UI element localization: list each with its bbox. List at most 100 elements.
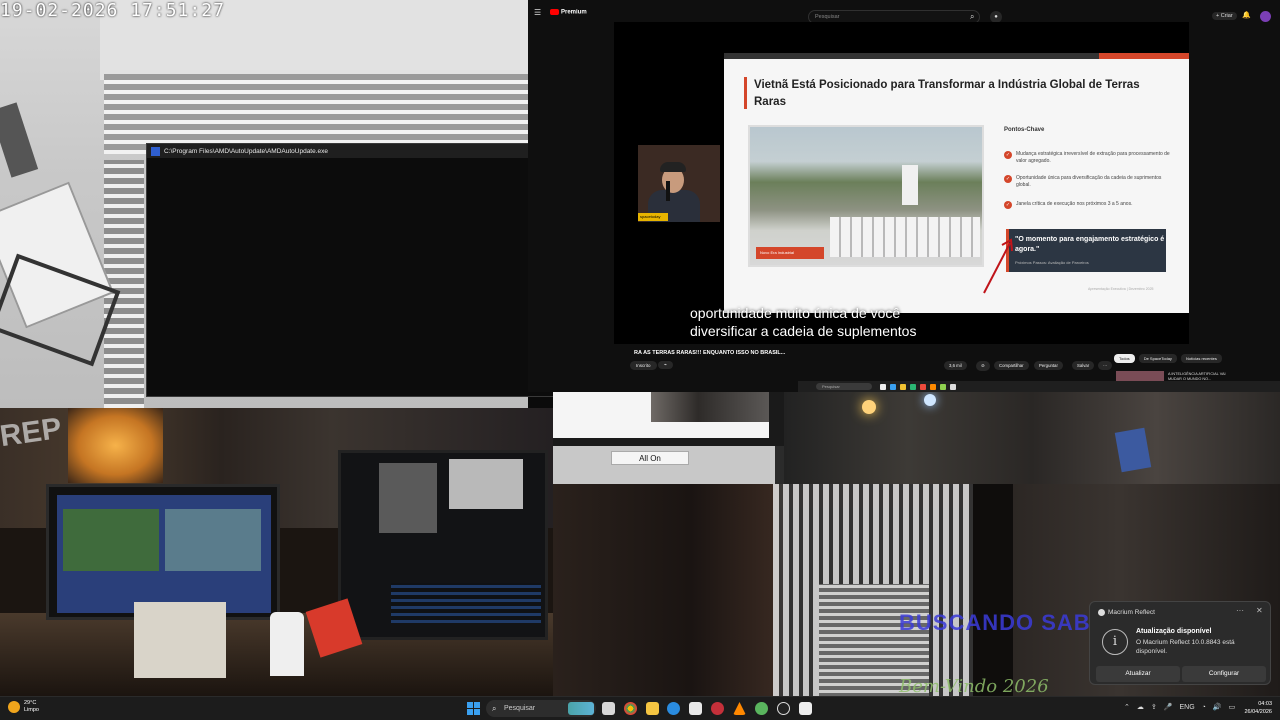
remote-app-icon[interactable] — [890, 384, 896, 390]
key-point: Oportunidade única para diversificação d… — [1004, 175, 1174, 189]
toast-more-button[interactable]: ··· — [1236, 606, 1244, 615]
share-button[interactable]: Compartilhar — [994, 361, 1029, 370]
dislike-icon[interactable]: ⊘ — [976, 361, 990, 371]
key-point: Janela crítica de execução nos próximos … — [1004, 201, 1174, 209]
slide-quote-box: "O momento para engajamento estratégico … — [1006, 229, 1166, 272]
microphone-icon[interactable]: 🎤 — [1164, 703, 1173, 711]
wifi-icon[interactable]: ◔ — [1202, 704, 1206, 711]
upload-icon[interactable]: ⇪ — [1151, 703, 1157, 711]
clock-time: 04:03 — [1258, 701, 1272, 707]
control-panel-strip: All On — [553, 392, 784, 484]
camera-monitor-left — [46, 484, 280, 620]
slide-footer: Apresentação Executiva | Dezembro 2025 — [1088, 287, 1154, 291]
weather-description: Limpo — [24, 707, 39, 713]
info-icon: i — [1102, 629, 1128, 655]
camera-hanging-object — [0, 102, 39, 178]
taskbar-search-label: Pesquisar — [504, 705, 536, 712]
monitor-window — [379, 463, 437, 533]
camera-feed-bottom-left: REP — [0, 408, 553, 696]
monitor-video-right — [165, 509, 261, 571]
windows-taskbar: 29°C Limpo ⌕ Pesquisar ⌃ ☁ ⇪ 🎤 ENG ◔ 🔊 ▭… — [0, 696, 1280, 720]
chip[interactable]: De SpaceToday — [1138, 354, 1177, 363]
strip-camera-thumb — [651, 392, 769, 422]
macrium-app-icon — [1098, 609, 1105, 616]
camera-feed-right-upper — [784, 392, 1280, 484]
remote-app-icon[interactable] — [940, 384, 946, 390]
notifications-bell-icon[interactable]: 🔔 — [1242, 11, 1251, 19]
taskbar-clock[interactable]: 04:03 26/04/2026 — [1236, 700, 1272, 716]
slide-topbar — [724, 53, 1189, 59]
recommendation-chips: Todos De SpaceToday Notícias recentes — [1114, 354, 1222, 363]
file-explorer-icon[interactable] — [646, 702, 659, 715]
clock-date: 26/04/2026 — [1244, 709, 1272, 715]
search-highlight-icon[interactable] — [568, 702, 594, 715]
overlay-blue-text: BUSCANDO SAB — [899, 610, 1091, 635]
camera-monitor-right — [338, 450, 548, 640]
slide-title: Vietnã Está Posicionado para Transformar… — [754, 79, 1140, 108]
system-tray: ⌃ ☁ ⇪ 🎤 ENG ◔ 🔊 ▭ — [1124, 703, 1236, 712]
app-icon[interactable] — [755, 702, 768, 715]
more-actions-button[interactable]: ··· — [1098, 361, 1113, 370]
chip[interactable]: Notícias recentes — [1180, 354, 1222, 363]
monitor-window — [449, 459, 523, 509]
language-indicator[interactable]: ENG — [1179, 704, 1194, 711]
key-points-title: Pontos-Chave — [1004, 127, 1045, 133]
recommended-thumbnail[interactable] — [1116, 371, 1164, 381]
console-app-icon — [151, 146, 160, 156]
webcam-pip: spacetoday — [638, 145, 720, 222]
save-button[interactable]: Salvar — [1072, 361, 1095, 370]
volume-icon[interactable]: 🔊 — [1213, 703, 1222, 711]
create-button[interactable]: + Criar — [1212, 12, 1237, 20]
app-icon[interactable] — [799, 702, 812, 715]
weather-widget[interactable]: 29°C Limpo — [8, 700, 39, 714]
edge-icon[interactable] — [667, 702, 680, 715]
battery-icon[interactable]: ▭ — [1229, 703, 1236, 711]
camera-railing — [104, 74, 528, 154]
camera-wall-art — [784, 392, 1280, 484]
slide-quote: "O momento para engajamento estratégico … — [1015, 236, 1165, 253]
menu-icon[interactable]: ☰ — [534, 8, 541, 17]
avatar[interactable] — [1260, 11, 1271, 22]
remote-app-icon[interactable] — [930, 384, 936, 390]
remote-taskbar-search[interactable]: Pesquisar — [816, 383, 872, 390]
slide-industrial-photo: Novo Era Industrial — [748, 125, 984, 267]
remote-app-icon[interactable] — [900, 384, 906, 390]
chrome-icon[interactable] — [624, 702, 637, 715]
chip[interactable]: Todos — [1114, 354, 1135, 363]
caption-line: diversificar a cadeia de suplementos — [690, 323, 917, 339]
like-button[interactable]: 3,6 mil — [944, 361, 967, 370]
chevron-up-icon[interactable]: ⌃ — [1124, 703, 1130, 711]
remote-app-icon[interactable] — [880, 384, 886, 390]
slide-quote-sub: Próximos Passos: Avaliação de Parceiros — [1015, 260, 1089, 265]
pip-person-cap — [660, 162, 686, 172]
console-title: C:\Program Files\AMD\AutoUpdate\AMDAutoU… — [164, 147, 329, 155]
monitor-video-left — [63, 509, 159, 571]
ceiling-light — [862, 400, 876, 414]
ask-button[interactable]: Perguntar — [1034, 361, 1063, 370]
vlc-icon[interactable] — [733, 702, 746, 715]
toast-close-button[interactable]: ✕ — [1256, 606, 1263, 615]
remote-app-icon[interactable] — [910, 384, 916, 390]
all-on-button[interactable]: All On — [611, 451, 689, 465]
youtube-logo[interactable]: Premium — [550, 9, 587, 16]
camera-lamp — [68, 408, 163, 483]
desk-calendar — [134, 602, 226, 678]
youtube-header: ☰ Premium Pesquisar ⌕ ● + Criar 🔔 — [528, 4, 1280, 24]
store-icon[interactable] — [689, 702, 702, 715]
app-icon[interactable] — [711, 702, 724, 715]
configure-button[interactable]: Configurar — [1182, 666, 1266, 682]
remote-app-icon[interactable] — [920, 384, 926, 390]
obs-icon[interactable] — [777, 702, 790, 715]
update-button[interactable]: Atualizar — [1096, 666, 1180, 682]
overlay-green-text: Bem-Vindo 2026 — [899, 676, 1049, 696]
pip-channel-tag: spacetoday — [638, 213, 668, 221]
cloud-icon[interactable]: ☁ — [1137, 703, 1144, 711]
remote-app-icon[interactable] — [950, 384, 956, 390]
camera-gate — [773, 484, 973, 696]
task-view-icon[interactable] — [602, 702, 615, 715]
subscribe-button[interactable]: Inscrito — [630, 361, 657, 370]
bell-icon[interactable]: ⌁ — [658, 361, 674, 369]
toast-app-name: Macrium Reflect — [1108, 609, 1155, 616]
start-button[interactable] — [467, 702, 480, 715]
toast-body: O Macrium Reflect 10.0.8843 está disponí… — [1136, 639, 1235, 655]
